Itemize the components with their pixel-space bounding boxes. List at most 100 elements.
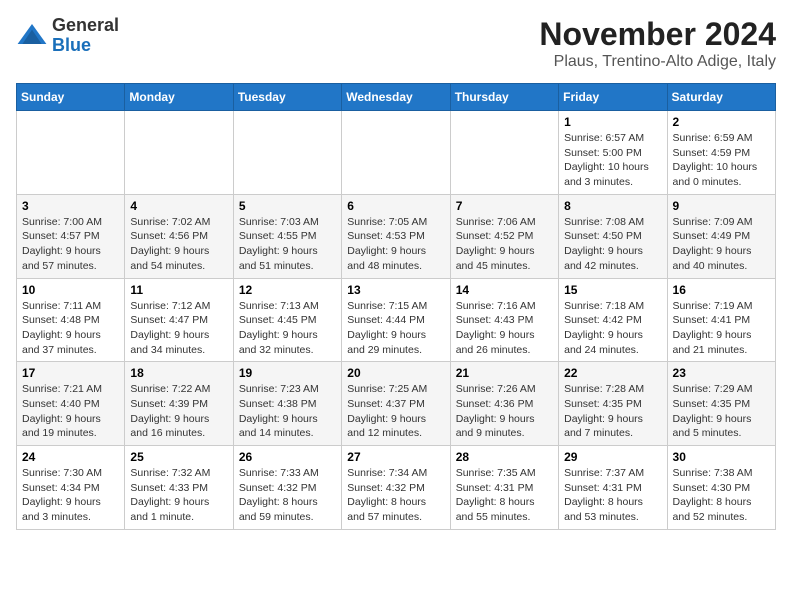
day-number: 9 — [673, 199, 770, 213]
day-number: 8 — [564, 199, 661, 213]
calendar-cell — [342, 111, 450, 195]
day-info: Sunrise: 7:35 AM Sunset: 4:31 PM Dayligh… — [456, 466, 553, 525]
day-number: 2 — [673, 115, 770, 129]
calendar-cell: 18 Sunrise: 7:22 AM Sunset: 4:39 PM Dayli… — [125, 362, 233, 446]
calendar-cell: 22 Sunrise: 7:28 AM Sunset: 4:35 PM Dayli… — [559, 362, 667, 446]
day-info: Sunrise: 6:59 AM Sunset: 4:59 PM Dayligh… — [673, 131, 770, 190]
day-info: Sunrise: 7:05 AM Sunset: 4:53 PM Dayligh… — [347, 215, 444, 274]
calendar-cell: 16Sunrise: 7:19 AM Sunset: 4:41 PM Dayli… — [667, 278, 775, 362]
day-number: 19 — [239, 366, 336, 380]
logo-general: General — [52, 15, 119, 35]
logo-blue: Blue — [52, 35, 91, 55]
day-info: Sunrise: 7:03 AM Sunset: 4:55 PM Dayligh… — [239, 215, 336, 274]
calendar-body: 1 Sunrise: 6:57 AM Sunset: 5:00 PM Daylig… — [17, 111, 776, 530]
day-number: 12 — [239, 283, 336, 297]
day-info: Sunrise: 7:29 AM Sunset: 4:35 PM Dayligh… — [673, 382, 770, 441]
calendar-cell: 17 Sunrise: 7:21 AM Sunset: 4:40 PM Dayli… — [17, 362, 125, 446]
day-info: Sunrise: 7:22 AM Sunset: 4:39 PM Dayligh… — [130, 382, 227, 441]
weekday-header-wednesday: Wednesday — [342, 84, 450, 111]
day-number: 28 — [456, 450, 553, 464]
day-number: 15 — [564, 283, 661, 297]
calendar-cell: 8 Sunrise: 7:08 AM Sunset: 4:50 PM Daylig… — [559, 194, 667, 278]
day-info: Sunrise: 7:26 AM Sunset: 4:36 PM Dayligh… — [456, 382, 553, 441]
day-info: Sunrise: 7:19 AM Sunset: 4:41 PM Dayligh… — [673, 299, 770, 358]
day-number: 11 — [130, 283, 227, 297]
day-info: Sunrise: 7:33 AM Sunset: 4:32 PM Dayligh… — [239, 466, 336, 525]
calendar-header: SundayMondayTuesdayWednesdayThursdayFrid… — [17, 84, 776, 111]
calendar-week-row: 3Sunrise: 7:00 AM Sunset: 4:57 PM Daylig… — [17, 194, 776, 278]
calendar-cell: 2 Sunrise: 6:59 AM Sunset: 4:59 PM Daylig… — [667, 111, 775, 195]
day-info: Sunrise: 7:28 AM Sunset: 4:35 PM Dayligh… — [564, 382, 661, 441]
calendar-cell: 11 Sunrise: 7:12 AM Sunset: 4:47 PM Dayli… — [125, 278, 233, 362]
calendar-cell — [233, 111, 341, 195]
day-info: Sunrise: 7:25 AM Sunset: 4:37 PM Dayligh… — [347, 382, 444, 441]
calendar-cell: 3Sunrise: 7:00 AM Sunset: 4:57 PM Daylig… — [17, 194, 125, 278]
calendar-cell: 6 Sunrise: 7:05 AM Sunset: 4:53 PM Daylig… — [342, 194, 450, 278]
weekday-header-tuesday: Tuesday — [233, 84, 341, 111]
day-number: 26 — [239, 450, 336, 464]
calendar-cell: 20Sunrise: 7:25 AM Sunset: 4:37 PM Dayli… — [342, 362, 450, 446]
logo-text: General Blue — [52, 16, 119, 56]
month-title: November 2024 — [539, 16, 776, 53]
calendar-cell: 23 Sunrise: 7:29 AM Sunset: 4:35 PM Dayli… — [667, 362, 775, 446]
logo-icon — [16, 20, 48, 52]
day-info: Sunrise: 6:57 AM Sunset: 5:00 PM Dayligh… — [564, 131, 661, 190]
logo: General Blue — [16, 16, 119, 56]
calendar-cell: 10Sunrise: 7:11 AM Sunset: 4:48 PM Dayli… — [17, 278, 125, 362]
weekday-header-monday: Monday — [125, 84, 233, 111]
day-info: Sunrise: 7:34 AM Sunset: 4:32 PM Dayligh… — [347, 466, 444, 525]
day-number: 23 — [673, 366, 770, 380]
day-number: 18 — [130, 366, 227, 380]
header: General Blue November 2024 Plaus, Trenti… — [16, 16, 776, 71]
day-info: Sunrise: 7:38 AM Sunset: 4:30 PM Dayligh… — [673, 466, 770, 525]
day-number: 22 — [564, 366, 661, 380]
day-info: Sunrise: 7:23 AM Sunset: 4:38 PM Dayligh… — [239, 382, 336, 441]
calendar-week-row: 1 Sunrise: 6:57 AM Sunset: 5:00 PM Daylig… — [17, 111, 776, 195]
calendar-cell: 21 Sunrise: 7:26 AM Sunset: 4:36 PM Dayli… — [450, 362, 558, 446]
day-number: 14 — [456, 283, 553, 297]
location-title: Plaus, Trentino-Alto Adige, Italy — [539, 53, 776, 71]
day-info: Sunrise: 7:08 AM Sunset: 4:50 PM Dayligh… — [564, 215, 661, 274]
day-info: Sunrise: 7:09 AM Sunset: 4:49 PM Dayligh… — [673, 215, 770, 274]
day-number: 17 — [22, 366, 119, 380]
day-number: 13 — [347, 283, 444, 297]
calendar-cell: 29Sunrise: 7:37 AM Sunset: 4:31 PM Dayli… — [559, 446, 667, 530]
calendar-cell: 7 Sunrise: 7:06 AM Sunset: 4:52 PM Daylig… — [450, 194, 558, 278]
day-number: 1 — [564, 115, 661, 129]
calendar-cell: 9 Sunrise: 7:09 AM Sunset: 4:49 PM Daylig… — [667, 194, 775, 278]
calendar-cell: 14Sunrise: 7:16 AM Sunset: 4:43 PM Dayli… — [450, 278, 558, 362]
day-info: Sunrise: 7:15 AM Sunset: 4:44 PM Dayligh… — [347, 299, 444, 358]
day-number: 21 — [456, 366, 553, 380]
day-info: Sunrise: 7:30 AM Sunset: 4:34 PM Dayligh… — [22, 466, 119, 525]
day-info: Sunrise: 7:21 AM Sunset: 4:40 PM Dayligh… — [22, 382, 119, 441]
day-info: Sunrise: 7:02 AM Sunset: 4:56 PM Dayligh… — [130, 215, 227, 274]
calendar-cell: 27Sunrise: 7:34 AM Sunset: 4:32 PM Dayli… — [342, 446, 450, 530]
weekday-header-sunday: Sunday — [17, 84, 125, 111]
day-info: Sunrise: 7:06 AM Sunset: 4:52 PM Dayligh… — [456, 215, 553, 274]
calendar-cell: 15 Sunrise: 7:18 AM Sunset: 4:42 PM Dayli… — [559, 278, 667, 362]
day-number: 10 — [22, 283, 119, 297]
calendar-week-row: 24 Sunrise: 7:30 AM Sunset: 4:34 PM Dayli… — [17, 446, 776, 530]
calendar: SundayMondayTuesdayWednesdayThursdayFrid… — [16, 83, 776, 530]
calendar-cell: 26 Sunrise: 7:33 AM Sunset: 4:32 PM Dayli… — [233, 446, 341, 530]
day-number: 4 — [130, 199, 227, 213]
day-number: 25 — [130, 450, 227, 464]
day-info: Sunrise: 7:13 AM Sunset: 4:45 PM Dayligh… — [239, 299, 336, 358]
calendar-cell: 5Sunrise: 7:03 AM Sunset: 4:55 PM Daylig… — [233, 194, 341, 278]
calendar-cell — [125, 111, 233, 195]
weekday-header-row: SundayMondayTuesdayWednesdayThursdayFrid… — [17, 84, 776, 111]
calendar-cell: 19 Sunrise: 7:23 AM Sunset: 4:38 PM Dayli… — [233, 362, 341, 446]
calendar-cell: 4 Sunrise: 7:02 AM Sunset: 4:56 PM Daylig… — [125, 194, 233, 278]
calendar-cell — [450, 111, 558, 195]
calendar-cell: 1 Sunrise: 6:57 AM Sunset: 5:00 PM Daylig… — [559, 111, 667, 195]
day-info: Sunrise: 7:18 AM Sunset: 4:42 PM Dayligh… — [564, 299, 661, 358]
day-number: 6 — [347, 199, 444, 213]
day-info: Sunrise: 7:12 AM Sunset: 4:47 PM Dayligh… — [130, 299, 227, 358]
calendar-cell: 24 Sunrise: 7:30 AM Sunset: 4:34 PM Dayli… — [17, 446, 125, 530]
day-number: 30 — [673, 450, 770, 464]
day-number: 7 — [456, 199, 553, 213]
day-number: 24 — [22, 450, 119, 464]
day-info: Sunrise: 7:37 AM Sunset: 4:31 PM Dayligh… — [564, 466, 661, 525]
calendar-week-row: 17 Sunrise: 7:21 AM Sunset: 4:40 PM Dayli… — [17, 362, 776, 446]
calendar-cell: 12 Sunrise: 7:13 AM Sunset: 4:45 PM Dayli… — [233, 278, 341, 362]
